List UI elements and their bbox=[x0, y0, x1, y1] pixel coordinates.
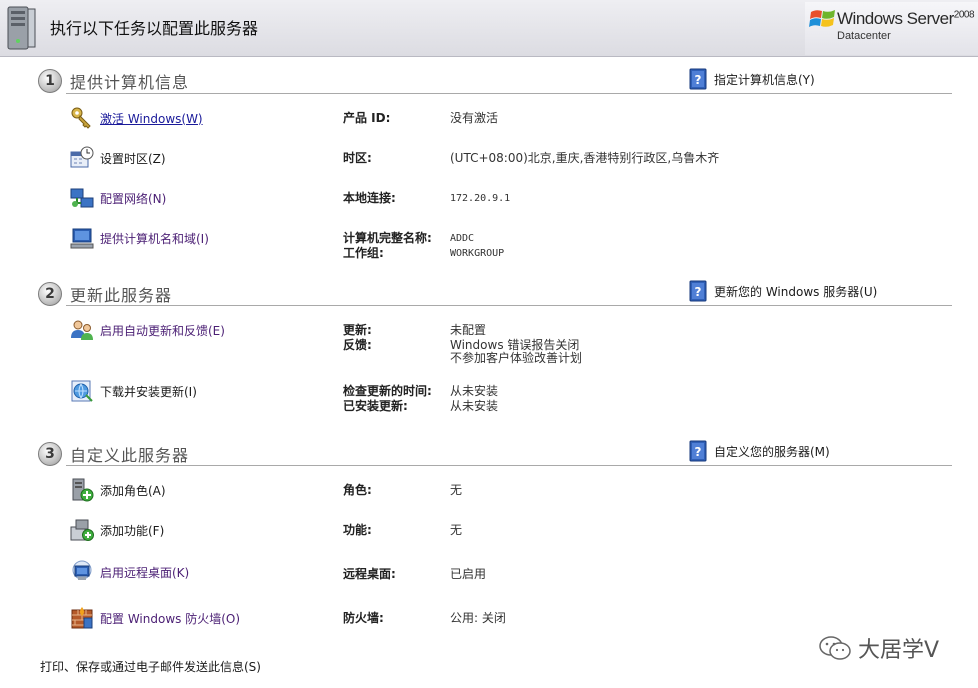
prop-label: 更新: bbox=[343, 323, 372, 337]
task-configure-firewall[interactable]: 配置 Windows 防火墙(O) bbox=[70, 606, 240, 630]
prop-label: 功能: bbox=[343, 523, 372, 537]
page-title: 执行以下任务以配置此服务器 bbox=[50, 19, 259, 38]
prop-value: 未配置 bbox=[450, 323, 487, 337]
firewall-icon bbox=[71, 607, 93, 629]
section-3-title: 自定义此服务器 bbox=[70, 446, 190, 465]
task-computer-name-domain[interactable]: 提供计算机名和域(I) bbox=[70, 226, 209, 250]
section-1-title: 提供计算机信息 bbox=[70, 73, 190, 92]
section-3-divider bbox=[66, 465, 952, 466]
brand-edition: Datacenter bbox=[837, 30, 891, 42]
key-icon bbox=[71, 107, 91, 129]
server-tower-icon bbox=[7, 6, 36, 50]
brand-name: Windows Server2008 bbox=[837, 9, 975, 28]
section-3-number: 3 bbox=[38, 442, 62, 466]
watermark: 大居学V bbox=[818, 632, 939, 664]
windows-flag-icon bbox=[809, 10, 835, 27]
task-label[interactable]: 配置网络(N) bbox=[100, 190, 166, 207]
task-enable-remote-desktop[interactable]: 启用远程桌面(K) bbox=[70, 560, 189, 584]
prop-label: 防火墙: bbox=[343, 611, 384, 625]
wechat-icon bbox=[819, 636, 851, 660]
help-book-icon: ? bbox=[689, 440, 707, 462]
task-label[interactable]: 启用远程桌面(K) bbox=[100, 564, 189, 581]
prop-value: 172.20.9.1 bbox=[450, 193, 511, 204]
task-label[interactable]: 添加角色(A) bbox=[100, 482, 166, 499]
users-update-icon bbox=[71, 320, 93, 340]
section-2-help-link[interactable]: ? 更新您的 Windows 服务器(U) bbox=[689, 280, 877, 302]
network-icon bbox=[70, 188, 94, 208]
computer-icon bbox=[70, 228, 94, 249]
help-book-icon: ? bbox=[689, 280, 707, 302]
prop-value: 不参加客户体验改善计划 bbox=[450, 351, 583, 365]
header-bar: 执行以下任务以配置此服务器 Windows Server2008 Datacen… bbox=[0, 0, 978, 57]
task-label[interactable]: 提供计算机名和域(I) bbox=[100, 230, 209, 247]
prop-label: 已安装更新: bbox=[343, 399, 408, 413]
task-label[interactable]: 添加功能(F) bbox=[100, 522, 164, 539]
section-2-title: 更新此服务器 bbox=[70, 286, 173, 305]
section-2-divider bbox=[66, 305, 952, 306]
prop-value: WORKGROUP bbox=[450, 248, 505, 259]
svg-text:?: ? bbox=[695, 445, 702, 459]
prop-value: 无 bbox=[450, 483, 463, 497]
prop-value: 从未安装 bbox=[450, 399, 499, 413]
section-1-divider bbox=[66, 93, 952, 94]
prop-label: 本地连接: bbox=[343, 191, 396, 205]
task-activate-windows[interactable]: 激活 Windows(W) bbox=[70, 106, 203, 130]
task-add-features[interactable]: 添加功能(F) bbox=[70, 518, 164, 542]
prop-value: (UTC+08:00)北京,重庆,香港特别行政区,乌鲁木齐 bbox=[450, 151, 720, 165]
prop-label: 检查更新的时间: bbox=[343, 384, 432, 398]
windows-server-logo: Windows Server2008 Datacenter bbox=[805, 2, 978, 55]
help-book-icon: ? bbox=[689, 68, 707, 90]
task-configure-network[interactable]: 配置网络(N) bbox=[70, 186, 166, 210]
prop-value: 公用: 关闭 bbox=[450, 611, 506, 625]
prop-value: 从未安装 bbox=[450, 384, 499, 398]
prop-value: 没有激活 bbox=[450, 111, 499, 125]
prop-label: 产品 ID: bbox=[343, 111, 391, 125]
task-auto-update-feedback[interactable]: 启用自动更新和反馈(E) bbox=[70, 318, 225, 342]
section-1-help-link[interactable]: ? 指定计算机信息(Y) bbox=[689, 68, 815, 90]
prop-label: 时区: bbox=[343, 151, 372, 165]
remote-desktop-icon bbox=[72, 560, 92, 580]
task-label[interactable]: 下载并安装更新(I) bbox=[100, 383, 197, 400]
task-download-updates[interactable]: 下载并安装更新(I) bbox=[70, 379, 197, 403]
task-label[interactable]: 启用自动更新和反馈(E) bbox=[100, 322, 225, 339]
task-add-roles[interactable]: 添加角色(A) bbox=[70, 478, 166, 502]
prop-label: 计算机完整名称: bbox=[343, 231, 432, 245]
task-set-timezone[interactable]: 设置时区(Z) bbox=[70, 146, 166, 170]
prop-label: 角色: bbox=[343, 483, 372, 497]
add-feature-icon bbox=[70, 519, 94, 541]
svg-text:?: ? bbox=[695, 285, 702, 299]
prop-value: 已启用 bbox=[450, 567, 487, 581]
prop-label: 工作组: bbox=[343, 246, 384, 260]
prop-label: 反馈: bbox=[343, 338, 372, 352]
calendar-clock-icon bbox=[70, 146, 94, 168]
svg-text:?: ? bbox=[695, 73, 702, 87]
section-1-number: 1 bbox=[38, 69, 62, 93]
task-label[interactable]: 激活 Windows(W) bbox=[100, 110, 203, 127]
globe-update-icon bbox=[71, 380, 93, 402]
section-2-number: 2 bbox=[38, 282, 62, 306]
prop-value: ADDC bbox=[450, 233, 475, 244]
prop-value: Windows 错误报告关闭 bbox=[450, 338, 580, 352]
prop-label: 远程桌面: bbox=[343, 567, 396, 581]
prop-value: 无 bbox=[450, 523, 463, 537]
print-save-email-link[interactable]: 打印、保存或通过电子邮件发送此信息(S) bbox=[40, 658, 261, 675]
section-3-help-link[interactable]: ? 自定义您的服务器(M) bbox=[689, 440, 830, 462]
add-role-icon bbox=[72, 478, 94, 502]
task-label[interactable]: 设置时区(Z) bbox=[100, 150, 166, 167]
task-label[interactable]: 配置 Windows 防火墙(O) bbox=[100, 610, 240, 627]
